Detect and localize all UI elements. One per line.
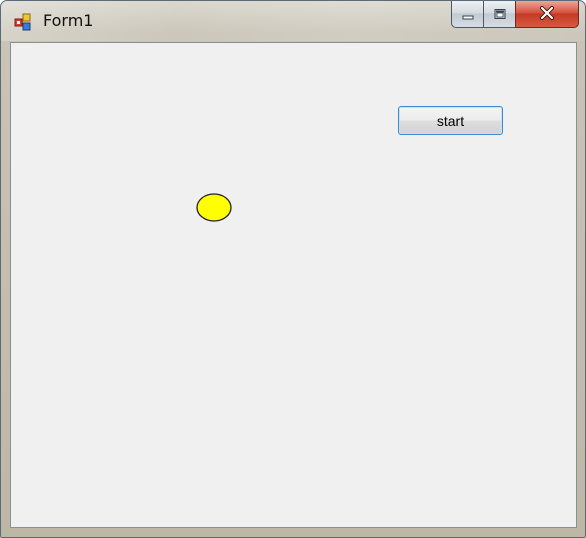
window-title: Form1 xyxy=(43,11,94,30)
yellow-ball xyxy=(196,193,232,222)
minimize-button[interactable] xyxy=(451,1,483,28)
form-client-area: start xyxy=(10,42,577,528)
form1-window: Form1 start xyxy=(0,0,586,538)
close-icon xyxy=(538,5,556,24)
maximize-button[interactable] xyxy=(483,1,515,28)
caption-buttons xyxy=(451,1,579,29)
start-button[interactable]: start xyxy=(398,106,503,135)
app-icon[interactable] xyxy=(14,13,32,31)
title-bar[interactable]: Form1 xyxy=(1,1,585,41)
minimize-icon xyxy=(461,5,475,24)
close-button[interactable] xyxy=(515,1,579,28)
maximize-icon xyxy=(493,5,507,24)
